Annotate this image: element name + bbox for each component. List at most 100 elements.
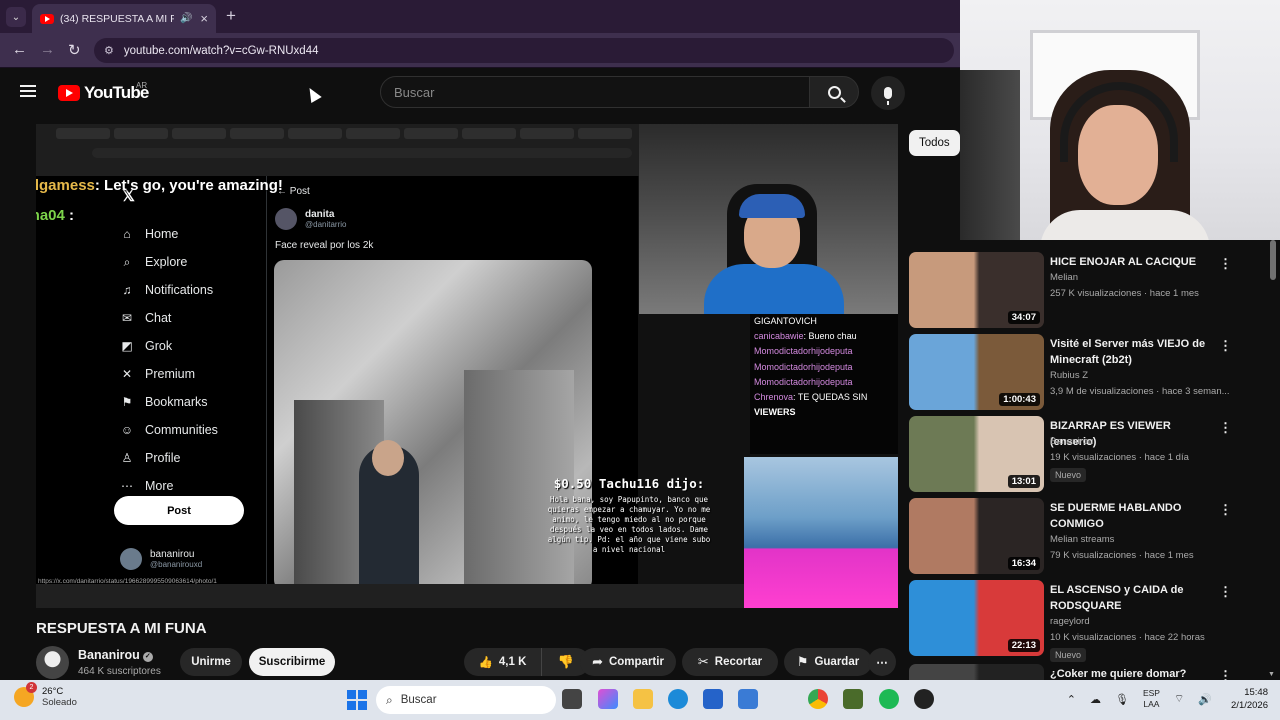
clip-button[interactable]: ✂ Recortar — [682, 648, 778, 676]
channel-name[interactable]: Bananirou ✓ — [78, 648, 153, 662]
recommendation-title[interactable]: Visité el Server más VIEJO de Minecraft … — [1050, 336, 1220, 368]
chat-line: Momodictadorhijodeputa — [754, 344, 898, 359]
more-actions-button[interactable]: ⋯ — [868, 648, 896, 676]
forward-arrow-icon[interactable]: → — [40, 41, 55, 58]
share-label: Compartir — [608, 656, 664, 668]
edge-icon[interactable] — [668, 689, 688, 709]
recommendation-title[interactable]: EL ASCENSO y CAIDA de RODSQUARE — [1050, 582, 1220, 614]
chat-line: Momodictadorhijodeputa — [754, 360, 898, 375]
speaker-icon[interactable]: 🔊 — [180, 13, 192, 24]
start-button[interactable] — [347, 690, 367, 710]
language-indicator[interactable]: ESP LAA — [1143, 688, 1160, 710]
copilot-icon[interactable] — [598, 689, 618, 709]
video-player[interactable]: 𝕏 ⌂ Home ⌕ Explore ♫ Notifications ✉ Chat ◩ G… — [36, 124, 898, 608]
search-button[interactable] — [809, 76, 859, 108]
back-arrow-icon[interactable]: ← — [12, 41, 27, 58]
tab-search-button[interactable]: ⌄ — [6, 7, 26, 27]
recommendation-item[interactable]: 34:07 HICE ENOJAR AL CACIQUE Melian 257 … — [909, 252, 1280, 330]
more-icon: ⋯ — [876, 657, 888, 669]
more-vert-icon[interactable]: ⋮ — [1219, 256, 1232, 272]
clock[interactable]: 15:48 2/1/2026 — [1231, 686, 1268, 712]
new-tab-button[interactable]: + — [226, 6, 236, 26]
recommendation-channel[interactable]: Rubius Z — [1050, 370, 1088, 381]
video-thumbnail[interactable]: 1:00:43 — [909, 334, 1044, 410]
recommendation-channel[interactable]: rageylord — [1050, 616, 1090, 627]
more-vert-icon[interactable]: ⋮ — [1219, 420, 1232, 436]
chevron-up-icon[interactable]: ⌃ — [1067, 693, 1076, 706]
more-vert-icon[interactable]: ⋮ — [1219, 502, 1232, 518]
mail-icon[interactable] — [738, 689, 758, 709]
video-thumbnail[interactable]: 16:34 — [909, 498, 1044, 574]
subscribe-button[interactable]: Suscribirme — [249, 648, 335, 676]
wifi-icon[interactable]: ⌔ — [1174, 692, 1184, 706]
search-box[interactable] — [380, 76, 810, 108]
task-view-icon[interactable] — [562, 689, 582, 709]
game-footage — [744, 457, 898, 608]
more-vert-icon[interactable]: ⋮ — [1219, 338, 1232, 354]
join-button[interactable]: Unirme — [180, 648, 242, 676]
scroll-down-icon[interactable]: ▼ — [1268, 671, 1275, 678]
recommendation-item[interactable]: 13:01 BIZARRAP ES VIEWER (enserio) Banan… — [909, 416, 1280, 494]
people-icon: ☺ — [120, 423, 134, 437]
recommendation-title[interactable]: SE DUERME HABLANDO CONMIGO — [1050, 500, 1220, 532]
file-explorer-icon[interactable] — [633, 689, 653, 709]
cloud-icon[interactable]: ☁ — [1090, 693, 1101, 706]
voice-search-button[interactable] — [871, 76, 905, 110]
hamburger-menu-icon[interactable] — [20, 85, 36, 97]
filter-chip-all[interactable]: Todos — [909, 130, 960, 156]
recommendation-item[interactable]: 16:34 SE DUERME HABLANDO CONMIGO Melian … — [909, 498, 1280, 576]
recommendation-channel[interactable]: Bananirou — [1050, 436, 1093, 447]
store-icon[interactable] — [703, 689, 723, 709]
video-thumbnail[interactable] — [909, 664, 1044, 680]
minecraft-icon[interactable] — [843, 689, 863, 709]
chat-line: VIEWERS — [754, 405, 898, 420]
search-input[interactable] — [394, 84, 774, 100]
volume-icon[interactable]: 🔊 — [1198, 693, 1212, 706]
recommendation-channel[interactable]: Melian streams — [1050, 534, 1114, 545]
like-button[interactable]: 👍 4,1 K — [464, 648, 542, 676]
avatar[interactable] — [36, 646, 69, 679]
reload-icon[interactable]: ↻ — [68, 41, 81, 59]
duration-badge: 22:13 — [1007, 639, 1040, 652]
recommendation-channel[interactable]: Melian — [1050, 272, 1078, 283]
weather-widget[interactable]: 26°C Soleado — [14, 682, 77, 708]
sidebar-scrollbar[interactable] — [1270, 240, 1276, 280]
recommendation-item[interactable]: 22:13 EL ASCENSO y CAIDA de RODSQUARE ra… — [909, 580, 1280, 662]
new-badge: Nuevo — [1050, 468, 1087, 482]
avatar — [275, 208, 297, 230]
duration-badge: 34:07 — [1007, 311, 1040, 324]
more-vert-icon[interactable]: ⋮ — [1219, 668, 1232, 680]
avatar — [120, 548, 142, 570]
system-tray: ⌃ ☁ 🎙 ESP LAA ⌔ 🔊 — [1067, 688, 1212, 710]
site-info-icon[interactable]: ⚙ — [104, 44, 114, 57]
recommendation-title[interactable]: HICE ENOJAR AL CACIQUE — [1050, 254, 1220, 270]
youtube-logo[interactable]: YouTube — [58, 83, 149, 103]
x-nav-profile: ♙ Profile — [120, 444, 218, 472]
more-vert-icon[interactable]: ⋮ — [1219, 584, 1232, 600]
recommendation-item[interactable]: ¿Coker me quiere domar? ⋮ — [909, 664, 1280, 680]
recommendation-item[interactable]: 1:00:43 Visité el Server más VIEJO de Mi… — [909, 334, 1280, 412]
tab-close-icon[interactable]: × — [200, 11, 208, 26]
recommendation-title[interactable]: ¿Coker me quiere domar? — [1050, 666, 1220, 680]
save-button[interactable]: ⚑ Guardar — [784, 648, 872, 676]
x-nav-label: Chat — [145, 311, 172, 325]
microphone-icon[interactable]: 🎙 — [1115, 693, 1129, 706]
x-nav-chat: ✉ Chat — [120, 304, 218, 332]
video-thumbnail[interactable]: 34:07 — [909, 252, 1044, 328]
omnibox[interactable]: ⚙ youtube.com/watch?v=cGw-RNUxd44 — [94, 38, 954, 63]
obs-icon[interactable] — [914, 689, 934, 709]
thumbs-down-icon: 👎 — [557, 654, 575, 669]
video-thumbnail[interactable]: 22:13 — [909, 580, 1044, 656]
spotify-icon[interactable] — [879, 689, 899, 709]
bookmark-icon: ⚑ — [121, 395, 133, 409]
overlay-chat-user: kutma04 — [36, 207, 65, 224]
chrome-icon[interactable] — [808, 689, 828, 709]
video-thumbnail[interactable]: 13:01 — [909, 416, 1044, 492]
chat-user: Momodictadorhijodeputa — [754, 346, 853, 357]
browser-tab-active[interactable]: (34) RESPUESTA A MI FUNA 🔊 × — [32, 4, 216, 33]
search-icon: ⌕ — [123, 254, 131, 269]
tab-title: (34) RESPUESTA A MI FUNA — [60, 12, 174, 25]
chat-user: Momodictadorhijodeputa — [754, 376, 853, 387]
taskbar-search[interactable]: ⌕ Buscar — [376, 686, 556, 714]
share-button[interactable]: ➦ Compartir — [580, 648, 676, 676]
